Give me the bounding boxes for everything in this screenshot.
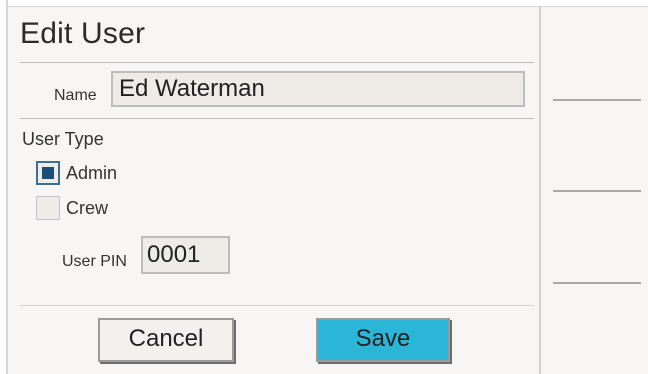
edit-user-panel: Edit User Name Ed Waterman User Type Adm… [8, 7, 539, 374]
crew-label: Crew [66, 197, 109, 218]
softkey-2[interactable] [553, 190, 641, 192]
softkey-1[interactable] [553, 99, 641, 101]
admin-option[interactable]: Admin [36, 161, 117, 185]
user-type-label: User Type [22, 129, 104, 149]
name-label: Name [54, 87, 97, 104]
crew-checkbox[interactable] [36, 196, 60, 220]
admin-checkbox[interactable] [36, 161, 60, 185]
buttons-divider [20, 305, 534, 306]
save-button[interactable]: Save [316, 318, 450, 362]
name-divider [20, 118, 534, 119]
title-divider [20, 62, 534, 63]
softkey-panel [541, 7, 648, 374]
softkey-3[interactable] [553, 282, 641, 284]
user-pin-label: User PIN [62, 253, 127, 270]
user-pin-input[interactable]: 0001 [141, 236, 230, 274]
cancel-button[interactable]: Cancel [98, 318, 234, 362]
checkbox-checked-mark [42, 167, 54, 179]
name-input[interactable]: Ed Waterman [111, 71, 525, 107]
page-title: Edit User [20, 17, 146, 50]
crew-option[interactable]: Crew [36, 196, 108, 220]
admin-label: Admin [66, 162, 118, 183]
edit-user-screen: Edit User Name Ed Waterman User Type Adm… [0, 0, 648, 374]
